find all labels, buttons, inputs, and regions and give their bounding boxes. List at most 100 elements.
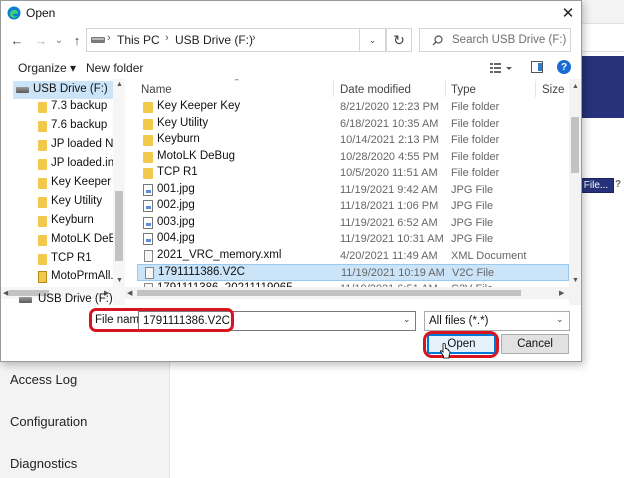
mouse-pointer-icon <box>439 343 451 359</box>
folder-icon <box>38 216 47 227</box>
folder-icon <box>143 151 153 163</box>
file-name: 001.jpg <box>157 182 195 195</box>
folder-icon <box>38 159 47 170</box>
column-date-modified[interactable]: Date modified <box>340 84 411 96</box>
nav-pane-item-usb-drive-2[interactable]: USB Drive (F:) <box>1 291 113 309</box>
folder-icon <box>38 140 47 151</box>
file-name: 1791111386.V2C <box>158 266 245 278</box>
file-type: File folder <box>451 117 500 130</box>
folder-icon <box>38 235 47 246</box>
command-toolbar: Organize ▾ New folder ? <box>1 57 581 79</box>
nav-pane-item-zip[interactable]: MotoPrmAll.zip <box>1 268 113 286</box>
image-icon <box>143 183 153 196</box>
search-input[interactable]: Search USB Drive (F:) <box>419 28 571 52</box>
file-type-value: All files (*.*) <box>429 315 489 327</box>
preview-pane-icon[interactable] <box>531 61 543 73</box>
file-row[interactable]: 002.jpg 11/18/2021 1:06 PM JPG File <box>137 198 569 215</box>
file-row[interactable]: 004.jpg 11/19/2021 10:31 AM JPG File <box>137 231 569 248</box>
help-icon[interactable]: ? <box>557 60 571 74</box>
open-button-highlight-annotation <box>423 331 499 358</box>
file-row[interactable]: Key Keeper Key 8/21/2020 12:23 PM File f… <box>137 99 569 116</box>
navigation-pane: USB Drive (F:) 7.3 backup 7.6 backup JP … <box>1 79 125 305</box>
file-icon <box>145 267 154 279</box>
address-dropdown-chevron-icon[interactable]: ⌄ <box>360 28 386 52</box>
file-date: 10/5/2020 11:51 AM <box>340 167 438 179</box>
nav-access-log[interactable]: Access Log <box>10 372 77 387</box>
nav-pane-item-usb-drive[interactable]: USB Drive (F:) <box>13 81 113 99</box>
breadcrumb-separator: › <box>165 32 169 44</box>
nav-pane-item-label: 7.6 backup <box>51 119 108 131</box>
new-folder-button[interactable]: New folder <box>86 61 143 75</box>
file-type: JPG File <box>451 216 494 229</box>
file-date: 11/18/2021 1:06 PM <box>340 200 439 212</box>
nav-pane-item-folder[interactable]: MotoLK DeBug <box>1 231 113 249</box>
breadcrumb-usb-drive[interactable]: USB Drive (F:) <box>175 33 253 47</box>
file-date: 11/19/2021 6:52 AM <box>340 216 438 229</box>
nav-pane-item-folder[interactable]: Key Utility <box>1 193 113 211</box>
file-row[interactable]: Keyburn 10/14/2021 2:13 PM File folder <box>137 132 569 149</box>
file-row[interactable]: 001.jpg 11/19/2021 9:42 AM JPG File <box>137 182 569 199</box>
file-row[interactable]: MotoLK DeBug 10/28/2020 4:55 PM File fol… <box>137 149 569 166</box>
file-row[interactable]: TCP R1 10/5/2020 11:51 AM File folder <box>137 165 569 182</box>
file-list: ⌃ Name Date modified Type Size Key Keepe… <box>125 79 581 305</box>
file-name: Key Utility <box>157 116 209 129</box>
column-name[interactable]: Name <box>141 84 172 96</box>
column-size[interactable]: Size <box>542 84 564 96</box>
file-name: 004.jpg <box>157 232 195 244</box>
nav-pane-item-folder[interactable]: JP loaded NSim <box>1 136 113 154</box>
file-type-select[interactable]: All files (*.*) ⌄ <box>424 311 570 331</box>
file-list-vertical-scrollbar[interactable]: ▲ ▼ <box>569 79 581 305</box>
file-row[interactable]: 2021_VRC_memory.xml 4/20/2021 11:49 AM X… <box>137 248 569 265</box>
background-file-button[interactable]: File... <box>578 178 614 193</box>
file-row-selected[interactable]: 1791111386.V2C 11/19/2021 10:19 AM V2C F… <box>137 264 569 281</box>
folder-icon <box>38 121 47 132</box>
file-type: File folder <box>451 167 500 179</box>
column-type[interactable]: Type <box>451 84 476 96</box>
nav-configuration[interactable]: Configuration <box>10 414 87 429</box>
folder-icon <box>143 168 153 179</box>
organize-menu-button[interactable]: Organize ▾ <box>18 61 76 75</box>
file-type: XML Document <box>451 249 527 262</box>
nav-pane-item-label: JP loaded NSim <box>51 138 113 150</box>
file-row[interactable]: Key Utility 6/18/2021 10:35 AM File fold… <box>137 116 569 133</box>
up-arrow-icon[interactable]: ↑ <box>69 32 85 48</box>
background-header-banner <box>582 56 624 118</box>
close-button[interactable]: ✕ <box>557 3 579 23</box>
nav-pane-item-folder[interactable]: JP loaded.ini nc <box>1 155 113 173</box>
nav-pane-item-label: MotoLK DeBug <box>51 233 113 245</box>
nav-pane-item-folder[interactable]: Key Keeper Key <box>1 174 113 192</box>
address-bar[interactable]: › This PC › USB Drive (F:) › <box>86 28 360 52</box>
view-options-icon[interactable] <box>489 61 513 75</box>
search-placeholder: Search USB Drive (F:) <box>452 34 567 46</box>
zip-icon <box>38 271 47 283</box>
cancel-button[interactable]: Cancel <box>501 334 569 354</box>
nav-pane-item-folder[interactable]: 7.6 backup <box>1 117 113 135</box>
dialog-titlebar: Open ✕ <box>1 1 581 25</box>
xml-icon <box>144 249 153 262</box>
back-arrow-icon[interactable]: ← <box>9 32 25 48</box>
file-list-horizontal-scrollbar[interactable]: ◀ ▶ <box>125 287 569 299</box>
background-help-icon[interactable]: ? <box>615 179 624 192</box>
image-icon <box>143 233 153 245</box>
file-date: 11/19/2021 10:19 AM <box>341 267 445 279</box>
file-type: File folder <box>451 101 500 113</box>
file-type: JPG File <box>451 183 494 196</box>
breadcrumb-this-pc[interactable]: This PC <box>117 33 160 47</box>
file-row[interactable]: 003.jpg 11/19/2021 6:52 AM JPG File <box>137 215 569 232</box>
nav-pane-item-label: 7.3 backup <box>51 100 108 112</box>
nav-pane-item-folder[interactable]: TCP R1 <box>1 250 113 268</box>
drive-icon <box>19 297 32 303</box>
forward-arrow-icon[interactable]: → <box>33 32 49 48</box>
chevron-down-icon[interactable]: ⌄ <box>403 314 411 325</box>
nav-pane-vertical-scrollbar[interactable]: ▲ ▼ <box>113 79 125 305</box>
file-type: JPG File <box>451 200 494 212</box>
nav-pane-item-label: TCP R1 <box>51 252 92 264</box>
background-sidebar: Access Log Configuration Diagnostics <box>0 362 170 478</box>
nav-diagnostics[interactable]: Diagnostics <box>10 456 77 471</box>
nav-pane-item-folder[interactable]: 7.3 backup <box>1 98 113 116</box>
nav-pane-item-folder[interactable]: Keyburn <box>1 212 113 230</box>
nav-pane-item-label: Key Keeper Key <box>51 176 113 188</box>
recent-locations-chevron-icon[interactable]: ⌄ <box>51 32 67 48</box>
refresh-button[interactable]: ↻ <box>386 28 412 52</box>
nav-pane-item-label: USB Drive (F:) <box>38 293 113 305</box>
